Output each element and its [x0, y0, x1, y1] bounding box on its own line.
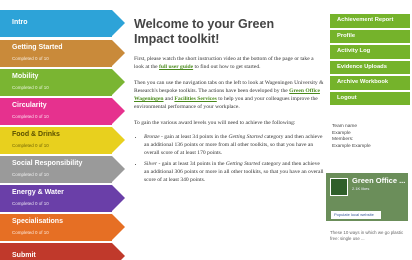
tab-specialisations[interactable]: Specialisations Completed 0 of 10	[0, 214, 125, 241]
tab-progress: Completed 0 of 10	[12, 85, 49, 90]
tab-label: Food & Drinks	[12, 131, 60, 138]
user-guide-link[interactable]: full user guide	[159, 64, 193, 70]
tab-label: Social Responsibility	[12, 160, 83, 167]
archive-workbook-button[interactable]: Archive Workbook	[330, 76, 410, 90]
tab-progress: Completed 0 of 10	[12, 56, 49, 61]
tab-label: Intro	[12, 19, 28, 26]
tab-submit[interactable]: Submit	[0, 243, 125, 260]
list-item: Silver - gain at least 34 points in the …	[144, 160, 324, 184]
profile-button[interactable]: Profile	[330, 29, 410, 43]
activity-log-button[interactable]: Activity Log	[330, 45, 410, 59]
tab-getting-started[interactable]: Getting Started Completed 0 of 10	[0, 40, 125, 67]
tab-intro[interactable]: Intro	[0, 10, 125, 37]
tab-label: Energy & Water	[12, 189, 64, 196]
facilities-services-link[interactable]: Facilities Services	[174, 96, 216, 102]
facebook-page-name: Green Office ...	[352, 176, 406, 185]
tab-progress: Completed 0 of 10	[12, 172, 49, 177]
tab-mobility[interactable]: Mobility Completed 0 of 10	[0, 69, 125, 96]
main-content: Welcome to your Green Impact toolkit! Fi…	[134, 0, 324, 260]
tab-progress: Completed 0 of 10	[12, 114, 49, 119]
members-value: Example Example	[332, 143, 371, 149]
team-info: Team name Example Members: Example Examp…	[332, 124, 408, 150]
achievement-report-button[interactable]: Achievement Report	[330, 14, 410, 28]
page-title: Welcome to your Green Impact toolkit!	[134, 17, 275, 46]
tab-label: Getting Started	[12, 44, 63, 51]
tab-circularity[interactable]: Circularity Completed 0 of 10	[0, 98, 125, 125]
tab-progress: Completed 0 of 10	[12, 230, 49, 235]
logout-button[interactable]: Logout	[330, 91, 410, 105]
award-intro-paragraph: To gain the various award levels you wil…	[134, 120, 296, 126]
tab-energy-water[interactable]: Energy & Water Completed 0 of 10	[0, 185, 125, 212]
toolkit-navigation: Intro Getting Started Completed 0 of 10 …	[0, 0, 126, 260]
tab-social-responsibility[interactable]: Social Responsibility Completed 0 of 10	[0, 156, 125, 183]
tab-progress: Completed 0 of 10	[12, 143, 49, 148]
facebook-widget[interactable]: Green Office ... 2.1K likes Populate loc…	[326, 173, 408, 221]
tab-progress: Completed 0 of 10	[12, 201, 49, 206]
evidence-uploads-button[interactable]: Evidence Uploads	[330, 60, 410, 74]
page-logo-icon	[330, 178, 348, 196]
tab-label: Circularity	[12, 102, 47, 109]
facebook-likes: 2.1K likes	[352, 186, 370, 191]
list-item: Bronze - gain at least 34 points in the …	[144, 133, 324, 157]
tab-label: Mobility	[12, 73, 39, 80]
tab-label: Specialisations	[12, 218, 63, 225]
toolkit-paragraph: Then you can use the navigation tabs on …	[134, 80, 324, 110]
tab-food-drinks[interactable]: Food & Drinks Completed 0 of 10	[0, 127, 125, 154]
facebook-like-button[interactable]: Populate local website	[331, 211, 381, 219]
account-sidebar: Achievement Report Profile Activity Log …	[330, 14, 410, 107]
intro-paragraph: First, please watch the short instructio…	[134, 56, 314, 70]
award-levels-list: Bronze - gain at least 34 points in the …	[134, 133, 324, 184]
facebook-post-caption: These 10 ways in which we go plastic fre…	[330, 230, 404, 241]
tab-label: Submit	[12, 252, 36, 259]
